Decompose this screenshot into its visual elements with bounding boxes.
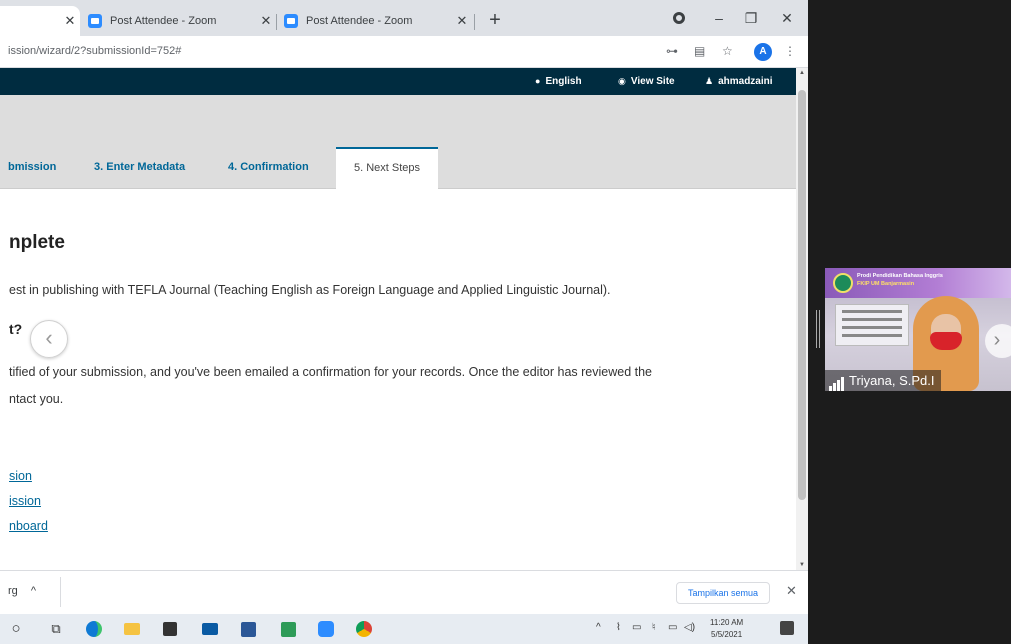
university-logo-icon bbox=[833, 273, 853, 293]
close-icon[interactable]: ✕ bbox=[452, 13, 472, 29]
browser-tab-zoom-2[interactable]: Post Attendee - Zoom ✕ bbox=[276, 6, 472, 36]
system-clock[interactable]: 11:20 AM 5/5/2021 bbox=[710, 617, 743, 641]
battery-icon[interactable]: ▭ bbox=[632, 622, 641, 633]
virtual-background-banner: Prodi Pendidikan Bahasa Inggris FKIP UM … bbox=[825, 268, 1011, 298]
shared-screen: ✕ Post Attendee - Zoom ✕ Post Attendee -… bbox=[0, 0, 808, 644]
intro-text: est in publishing with TEFLA Journal (Te… bbox=[9, 283, 611, 297]
wizard-tabs: bmission 3. Enter Metadata 4. Confirmati… bbox=[0, 147, 796, 189]
microphone-icon[interactable]: ♮ bbox=[652, 622, 656, 633]
mail-icon[interactable] bbox=[200, 619, 220, 639]
language-link[interactable]: ● English bbox=[535, 76, 582, 87]
zoom-favicon-icon bbox=[88, 14, 102, 28]
page-heading: nplete bbox=[9, 232, 65, 253]
background-slide bbox=[835, 304, 909, 346]
network-icon[interactable]: ⌇ bbox=[616, 622, 621, 633]
tab-divider bbox=[474, 14, 475, 30]
chevron-up-icon[interactable]: ^ bbox=[596, 622, 601, 633]
face-mask bbox=[930, 332, 962, 350]
new-tab-button[interactable]: + bbox=[482, 8, 508, 34]
scroll-down-icon[interactable]: ▼ bbox=[799, 562, 805, 568]
participant-name-label: Triyana, S.Pd.I bbox=[825, 370, 941, 391]
translate-icon[interactable]: ▤ bbox=[694, 44, 705, 60]
minimize-button[interactable]: – bbox=[704, 6, 734, 30]
notification-icon[interactable] bbox=[780, 621, 794, 635]
signal-strength-icon bbox=[829, 370, 845, 391]
clock-date: 5/5/2021 bbox=[711, 630, 743, 639]
store-icon[interactable] bbox=[160, 619, 180, 639]
panel-resize-handle[interactable] bbox=[816, 310, 820, 348]
profile-icon[interactable] bbox=[664, 6, 694, 30]
url-field[interactable]: ission/wizard/2?submissionId=752# bbox=[8, 45, 181, 57]
zoom-favicon-icon bbox=[284, 14, 298, 28]
show-all-button[interactable]: Tampilkan semua bbox=[676, 582, 770, 604]
volume-icon[interactable]: ◁) bbox=[684, 622, 695, 633]
link-dashboard[interactable]: nboard bbox=[9, 519, 48, 533]
vertical-scrollbar[interactable]: ▲ ▼ bbox=[796, 68, 808, 570]
tab-submission[interactable]: bmission bbox=[8, 161, 56, 173]
user-menu[interactable]: ♟ ahmadzaini bbox=[705, 76, 773, 87]
zoom-app-icon[interactable] bbox=[316, 619, 336, 639]
org-line-2: FKIP UM Banjarmasin bbox=[857, 281, 915, 287]
user-icon: ♟ bbox=[705, 76, 714, 86]
wifi-icon[interactable]: ▭ bbox=[668, 622, 677, 633]
word-icon[interactable] bbox=[238, 619, 258, 639]
divider bbox=[60, 577, 61, 607]
body-text: ntact you. bbox=[9, 392, 64, 406]
link-new-submission[interactable]: ission bbox=[9, 494, 41, 508]
chrome-icon[interactable] bbox=[354, 619, 374, 639]
org-line-1: Prodi Pendidikan Bahasa Inggris bbox=[857, 273, 943, 279]
bookmark-star-icon[interactable]: ☆ bbox=[722, 44, 733, 60]
globe-icon: ● bbox=[535, 76, 541, 86]
avatar[interactable]: A bbox=[754, 43, 772, 61]
tab-next-steps[interactable]: 5. Next Steps bbox=[336, 147, 438, 189]
username: ahmadzaini bbox=[718, 76, 773, 87]
link-review-submission[interactable]: sion bbox=[9, 469, 32, 483]
site-header: ● English ◉ View Site ♟ ahmadzaini bbox=[0, 68, 796, 95]
main-content: nplete est in publishing with TEFLA Jour… bbox=[0, 189, 796, 570]
close-icon[interactable]: ✕ bbox=[786, 583, 797, 599]
chevron-up-icon[interactable]: ^ bbox=[31, 585, 36, 597]
search-icon[interactable]: ○ bbox=[6, 619, 26, 639]
key-icon[interactable]: ⊶ bbox=[666, 44, 678, 60]
photos-icon[interactable] bbox=[278, 619, 298, 639]
section-heading: t? bbox=[9, 321, 23, 337]
tab-confirmation[interactable]: 4. Confirmation bbox=[228, 161, 309, 173]
view-site-label: View Site bbox=[630, 76, 675, 87]
file-explorer-icon[interactable] bbox=[122, 619, 142, 639]
task-view-icon[interactable]: ⧉ bbox=[46, 619, 66, 639]
download-item[interactable]: rg ^ bbox=[8, 585, 36, 597]
body-text: tified of your submission, and you've be… bbox=[9, 365, 653, 379]
clock-time: 11:20 AM bbox=[710, 618, 744, 627]
download-filename: rg bbox=[8, 585, 18, 597]
windows-taskbar: ○ ⧉ ^ ⌇ ▭ ♮ ▭ ◁) 11:20 AM 5/5/2021 bbox=[0, 614, 808, 644]
browser-tab-strip: ✕ Post Attendee - Zoom ✕ Post Attendee -… bbox=[0, 0, 808, 36]
restore-button[interactable]: ❐ bbox=[736, 6, 766, 30]
window-close-button[interactable]: ✕ bbox=[772, 6, 802, 30]
submission-page: bmission 3. Enter Metadata 4. Confirmati… bbox=[0, 95, 796, 570]
download-shelf: rg ^ Tampilkan semua ✕ bbox=[0, 570, 808, 614]
carousel-next-button[interactable]: › bbox=[985, 324, 1011, 358]
close-icon[interactable]: ✕ bbox=[60, 13, 80, 29]
menu-kebab-icon[interactable]: ⋮ bbox=[784, 44, 796, 60]
scroll-thumb[interactable] bbox=[798, 90, 806, 500]
tab-title: Post Attendee - Zoom bbox=[306, 15, 413, 27]
address-bar: ission/wizard/2?submissionId=752# ⊶ ▤ ☆ … bbox=[0, 36, 808, 68]
tab-title: Post Attendee - Zoom bbox=[110, 15, 217, 27]
scroll-up-icon[interactable]: ▲ bbox=[799, 70, 805, 76]
participant-name: Triyana, S.Pd.I bbox=[849, 373, 935, 388]
participant-video-tile[interactable]: Prodi Pendidikan Bahasa Inggris FKIP UM … bbox=[825, 268, 1011, 391]
close-icon[interactable]: ✕ bbox=[256, 13, 276, 29]
browser-tab-zoom-1[interactable]: Post Attendee - Zoom ✕ bbox=[80, 6, 276, 36]
language-label: English bbox=[545, 76, 582, 87]
edge-icon[interactable] bbox=[84, 619, 104, 639]
carousel-prev-button[interactable]: ‹ bbox=[30, 320, 68, 358]
view-site-link[interactable]: ◉ View Site bbox=[618, 76, 675, 87]
eye-icon: ◉ bbox=[618, 76, 626, 86]
tab-enter-metadata[interactable]: 3. Enter Metadata bbox=[94, 161, 185, 173]
browser-tab-active[interactable]: ✕ bbox=[0, 6, 80, 36]
